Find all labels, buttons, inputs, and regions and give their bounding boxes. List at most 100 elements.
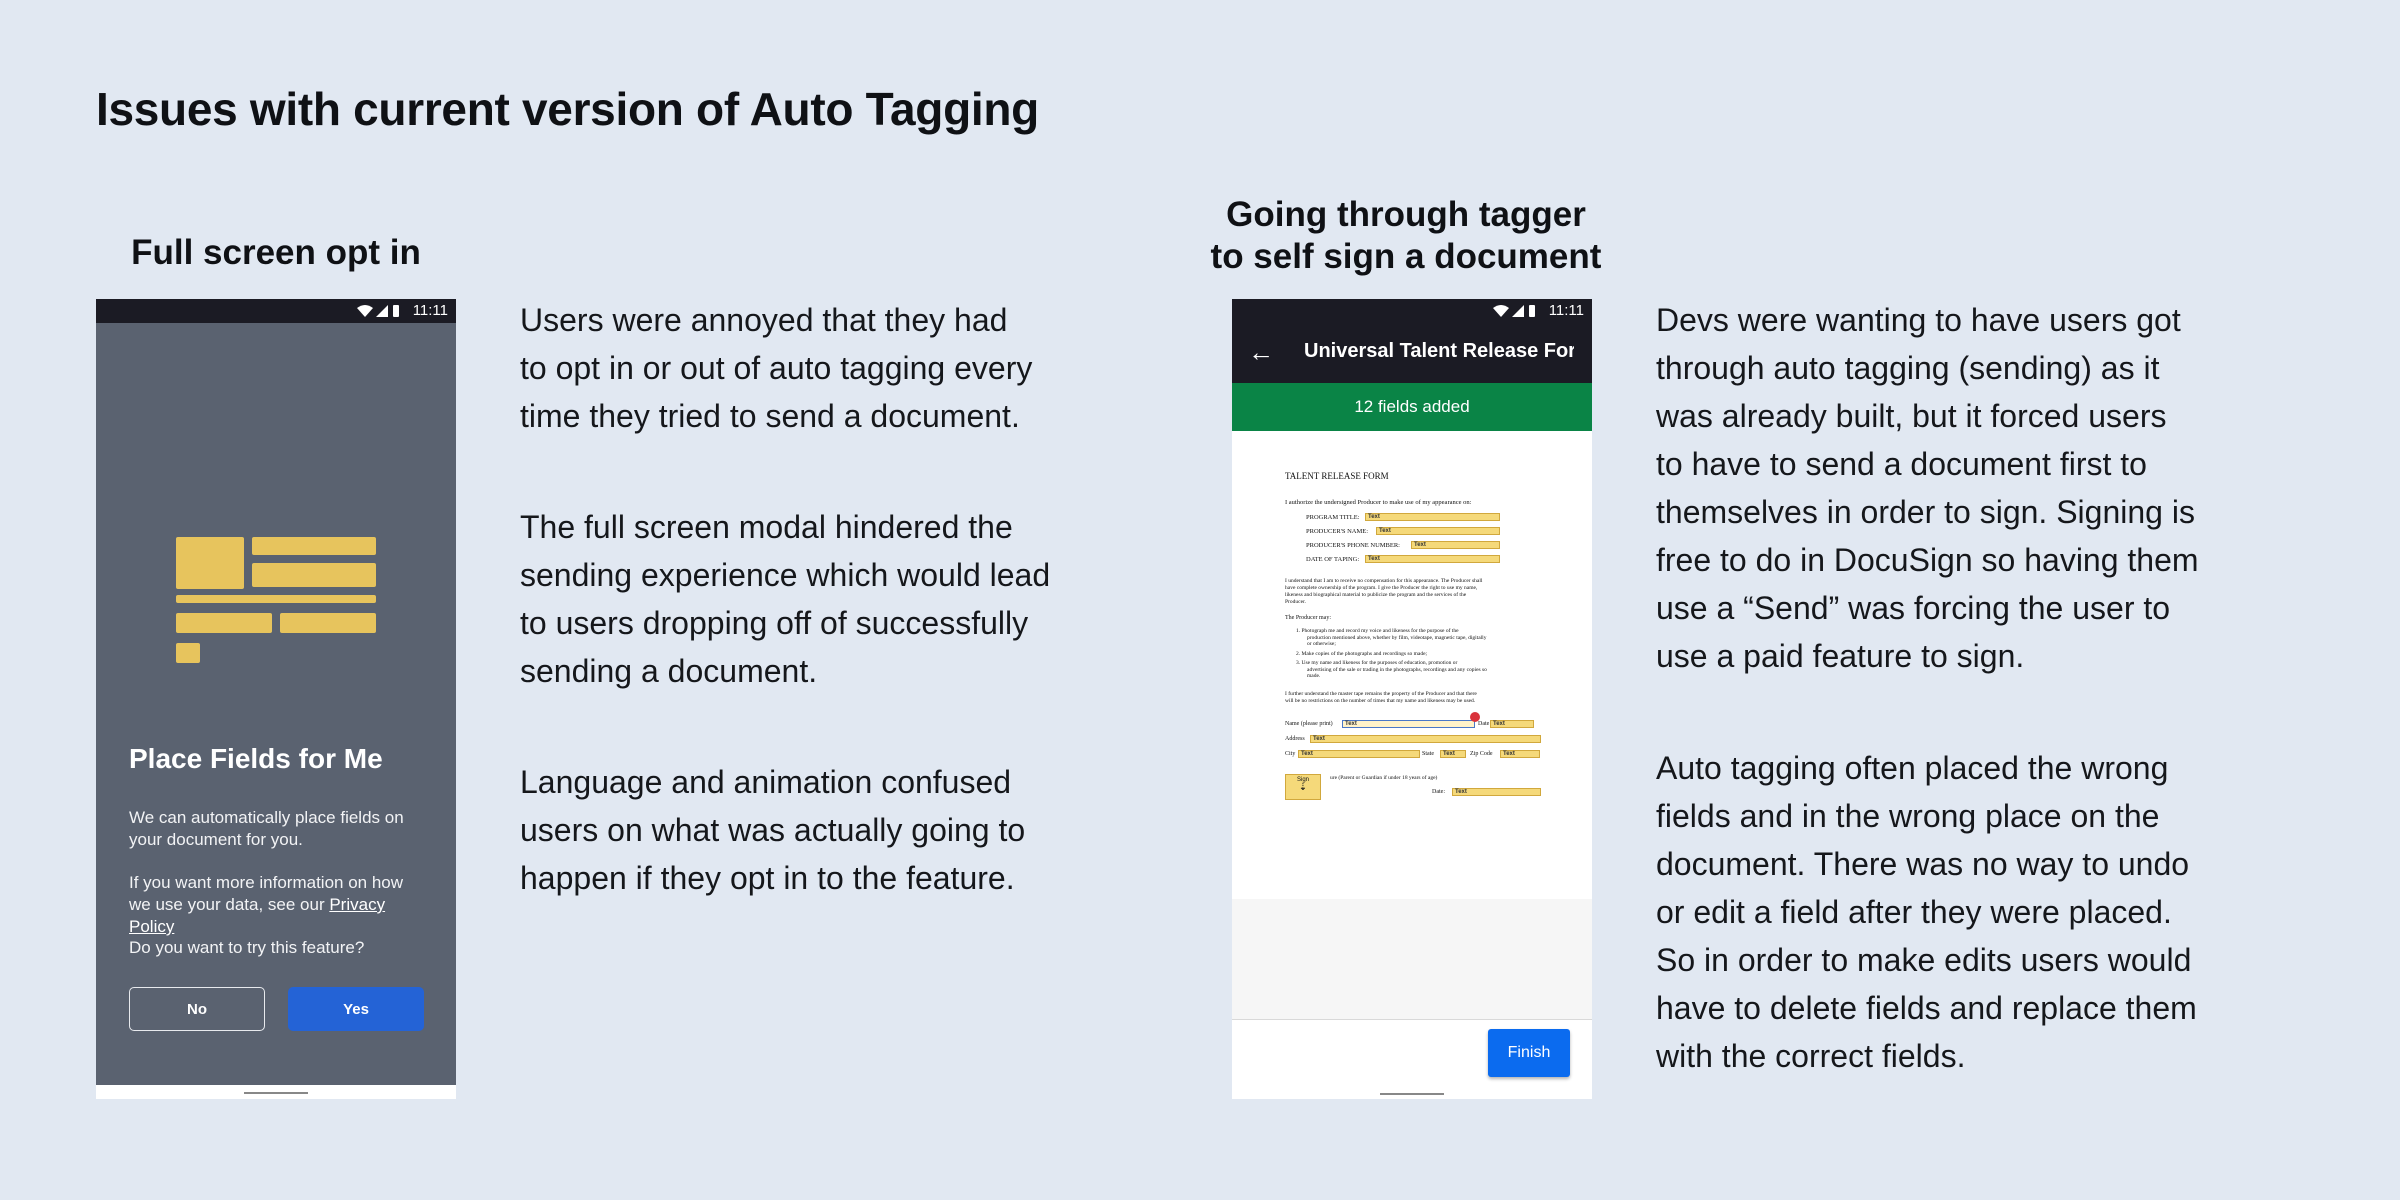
status-icons (357, 305, 399, 317)
doc-line: advertising of the sale or trading in th… (1307, 666, 1487, 673)
text-line: free to do in DocuSign so having them (1656, 542, 2199, 578)
phone-tagger-screenshot: 11:11 ← Universal Talent Release For... … (1232, 299, 1592, 1099)
text-line: to users dropping off of successfully (520, 605, 1029, 641)
left-paragraph-1: Users were annoyed that they had to opt … (520, 296, 1032, 440)
text-line: Users were annoyed that they had (520, 302, 1008, 338)
home-indicator (244, 1092, 308, 1094)
text-line: use a paid feature to sign. (1656, 638, 2025, 674)
doc-label: Address (1285, 736, 1305, 742)
status-time: 11:11 (1548, 302, 1584, 319)
sign-field-tag[interactable]: Sign ⇣ (1285, 774, 1321, 800)
doc-line: The Producer may: (1285, 615, 1331, 621)
doc-line: 1. Photograph me and record my voice and… (1296, 628, 1459, 634)
text-line: happen if they opt in to the feature. (520, 860, 1015, 896)
text-field-tag[interactable]: Text (1298, 750, 1420, 758)
doc-label: ure (Parent or Guardian if under 18 year… (1330, 775, 1438, 781)
doc-heading: TALENT RELEASE FORM (1285, 471, 1389, 481)
doc-line: or otherwise; (1307, 641, 1336, 647)
text-line: was already built, but it forced users (1656, 398, 2167, 434)
modal-text-1: We can automatically place fields on you… (129, 808, 404, 849)
no-button[interactable]: No (129, 987, 265, 1031)
finish-button[interactable]: Finish (1488, 1029, 1570, 1077)
status-bar: 11:11 (96, 299, 456, 323)
text-line: Auto tagging often placed the wrong (1656, 750, 2169, 786)
right-section-heading: Going through tagger to self sign a docu… (1180, 194, 1632, 278)
text-line: sending experience which would lead (520, 557, 1051, 593)
doc-field-label: PROGRAM TITLE: (1306, 514, 1360, 521)
left-paragraph-2: The full screen modal hindered the sendi… (520, 503, 1050, 695)
doc-label: Name (please print) (1285, 721, 1333, 727)
document-background (1232, 899, 1592, 1019)
doc-label: Date: (1432, 789, 1445, 795)
selected-text-field-tag[interactable]: Text (1342, 720, 1475, 728)
status-time: 11:11 (412, 302, 448, 319)
phone-opt-in-screenshot: 11:11 Place Fields for Me We can automat… (96, 299, 456, 1099)
text-field-tag[interactable]: Text (1500, 750, 1540, 758)
doc-line: will be no restrictions on the number of… (1285, 697, 1476, 704)
document-preview: TALENT RELEASE FORM I authorize the unde… (1232, 431, 1592, 899)
text-line: The full screen modal hindered the (520, 509, 1013, 545)
doc-paragraph: I further understand the master tape rem… (1285, 691, 1477, 704)
heading-line: Going through tagger (1226, 195, 1586, 234)
text-line: document. There was no way to undo (1656, 846, 2190, 882)
doc-line: Producer. (1285, 599, 1306, 605)
text-line: time they tried to send a document. (520, 398, 1020, 434)
app-bar: ← Universal Talent Release For... (1232, 323, 1592, 383)
modal-question: Do you want to try this feature? (129, 938, 365, 957)
doc-label: State (1422, 751, 1434, 757)
doc-label: Date (1478, 721, 1490, 727)
doc-field-label: DATE OF TAPING: (1306, 556, 1360, 563)
text-line: have to delete fields and replace them (1656, 990, 2197, 1026)
text-field-tag[interactable]: Text (1411, 541, 1500, 549)
text-field-tag[interactable]: Text (1452, 788, 1541, 796)
text-field-tag[interactable]: Text (1490, 720, 1534, 728)
doc-intro: I authorize the undersigned Producer to … (1285, 499, 1472, 506)
yes-button[interactable]: Yes (288, 987, 424, 1031)
modal-text-2: If you want more information on how we u… (129, 872, 429, 938)
back-arrow-icon[interactable]: ← (1248, 337, 1274, 368)
home-indicator (1380, 1093, 1444, 1095)
text-line: sending a document. (520, 653, 818, 689)
doc-label: City (1285, 751, 1296, 757)
modal-title: Place Fields for Me (129, 743, 383, 774)
doc-line: I further understand the master tape rem… (1285, 691, 1477, 697)
text-field-tag[interactable]: Text (1365, 555, 1500, 563)
doc-paragraph: I understand that I am to receive no com… (1285, 578, 1482, 606)
text-line: to opt in or out of auto tagging every (520, 350, 1033, 386)
right-paragraph-1: Devs were wanting to have users got thro… (1656, 296, 2199, 680)
doc-line: I understand that I am to receive no com… (1285, 578, 1483, 584)
text-line: or edit a field after they were placed. (1656, 894, 2172, 930)
text-field-tag[interactable]: Text (1310, 735, 1541, 743)
doc-line: 2. Make copies of the photographs and re… (1296, 650, 1428, 657)
text-line: through auto tagging (sending) as it (1656, 350, 2160, 386)
doc-line: have complete ownership of the program. … (1285, 585, 1478, 591)
text-line: Language and animation confused (520, 764, 1012, 800)
text-line: So in order to make edits users would (1656, 942, 2192, 978)
text-field-tag[interactable]: Text (1440, 750, 1466, 758)
left-section-heading: Full screen opt in (131, 233, 421, 272)
left-paragraph-3: Language and animation confused users on… (520, 758, 1025, 902)
heading-line: to self sign a document (1210, 237, 1602, 276)
right-paragraph-2: Auto tagging often placed the wrong fiel… (1656, 744, 2197, 1080)
bottom-bar: Finish (1232, 1019, 1592, 1099)
doc-field-label: PRODUCER'S NAME: (1306, 528, 1369, 535)
fields-added-banner: 12 fields added (1232, 383, 1592, 431)
text-field-tag[interactable]: Text (1376, 527, 1500, 535)
text-line: fields and in the wrong place on the (1656, 798, 2160, 834)
text-field-tag[interactable]: Text (1365, 513, 1500, 521)
doc-field-label: PRODUCER'S PHONE NUMBER: (1306, 542, 1400, 549)
text-line: Devs were wanting to have users got (1656, 302, 2181, 338)
document-title: Universal Talent Release For... (1304, 340, 1574, 362)
doc-list: 1. Photograph me and record my voice and… (1296, 628, 1487, 680)
text-line: to have to send a document first to (1656, 446, 2147, 482)
text-line: themselves in order to sign. Signing is (1656, 494, 2195, 530)
opt-in-modal: Place Fields for Me We can automatically… (96, 323, 456, 1085)
text-line: with the correct fields. (1656, 1038, 1966, 1074)
text-line: use a “Send” was forcing the user to (1656, 590, 2171, 626)
doc-line: likeness and biographical material to pu… (1285, 592, 1467, 598)
doc-line: made. (1307, 673, 1321, 679)
download-arrow-icon: ⇣ (1298, 782, 1308, 793)
doc-label: Zip Code (1470, 751, 1493, 757)
page-title: Issues with current version of Auto Tagg… (96, 83, 1039, 135)
status-bar: 11:11 (1232, 299, 1592, 323)
